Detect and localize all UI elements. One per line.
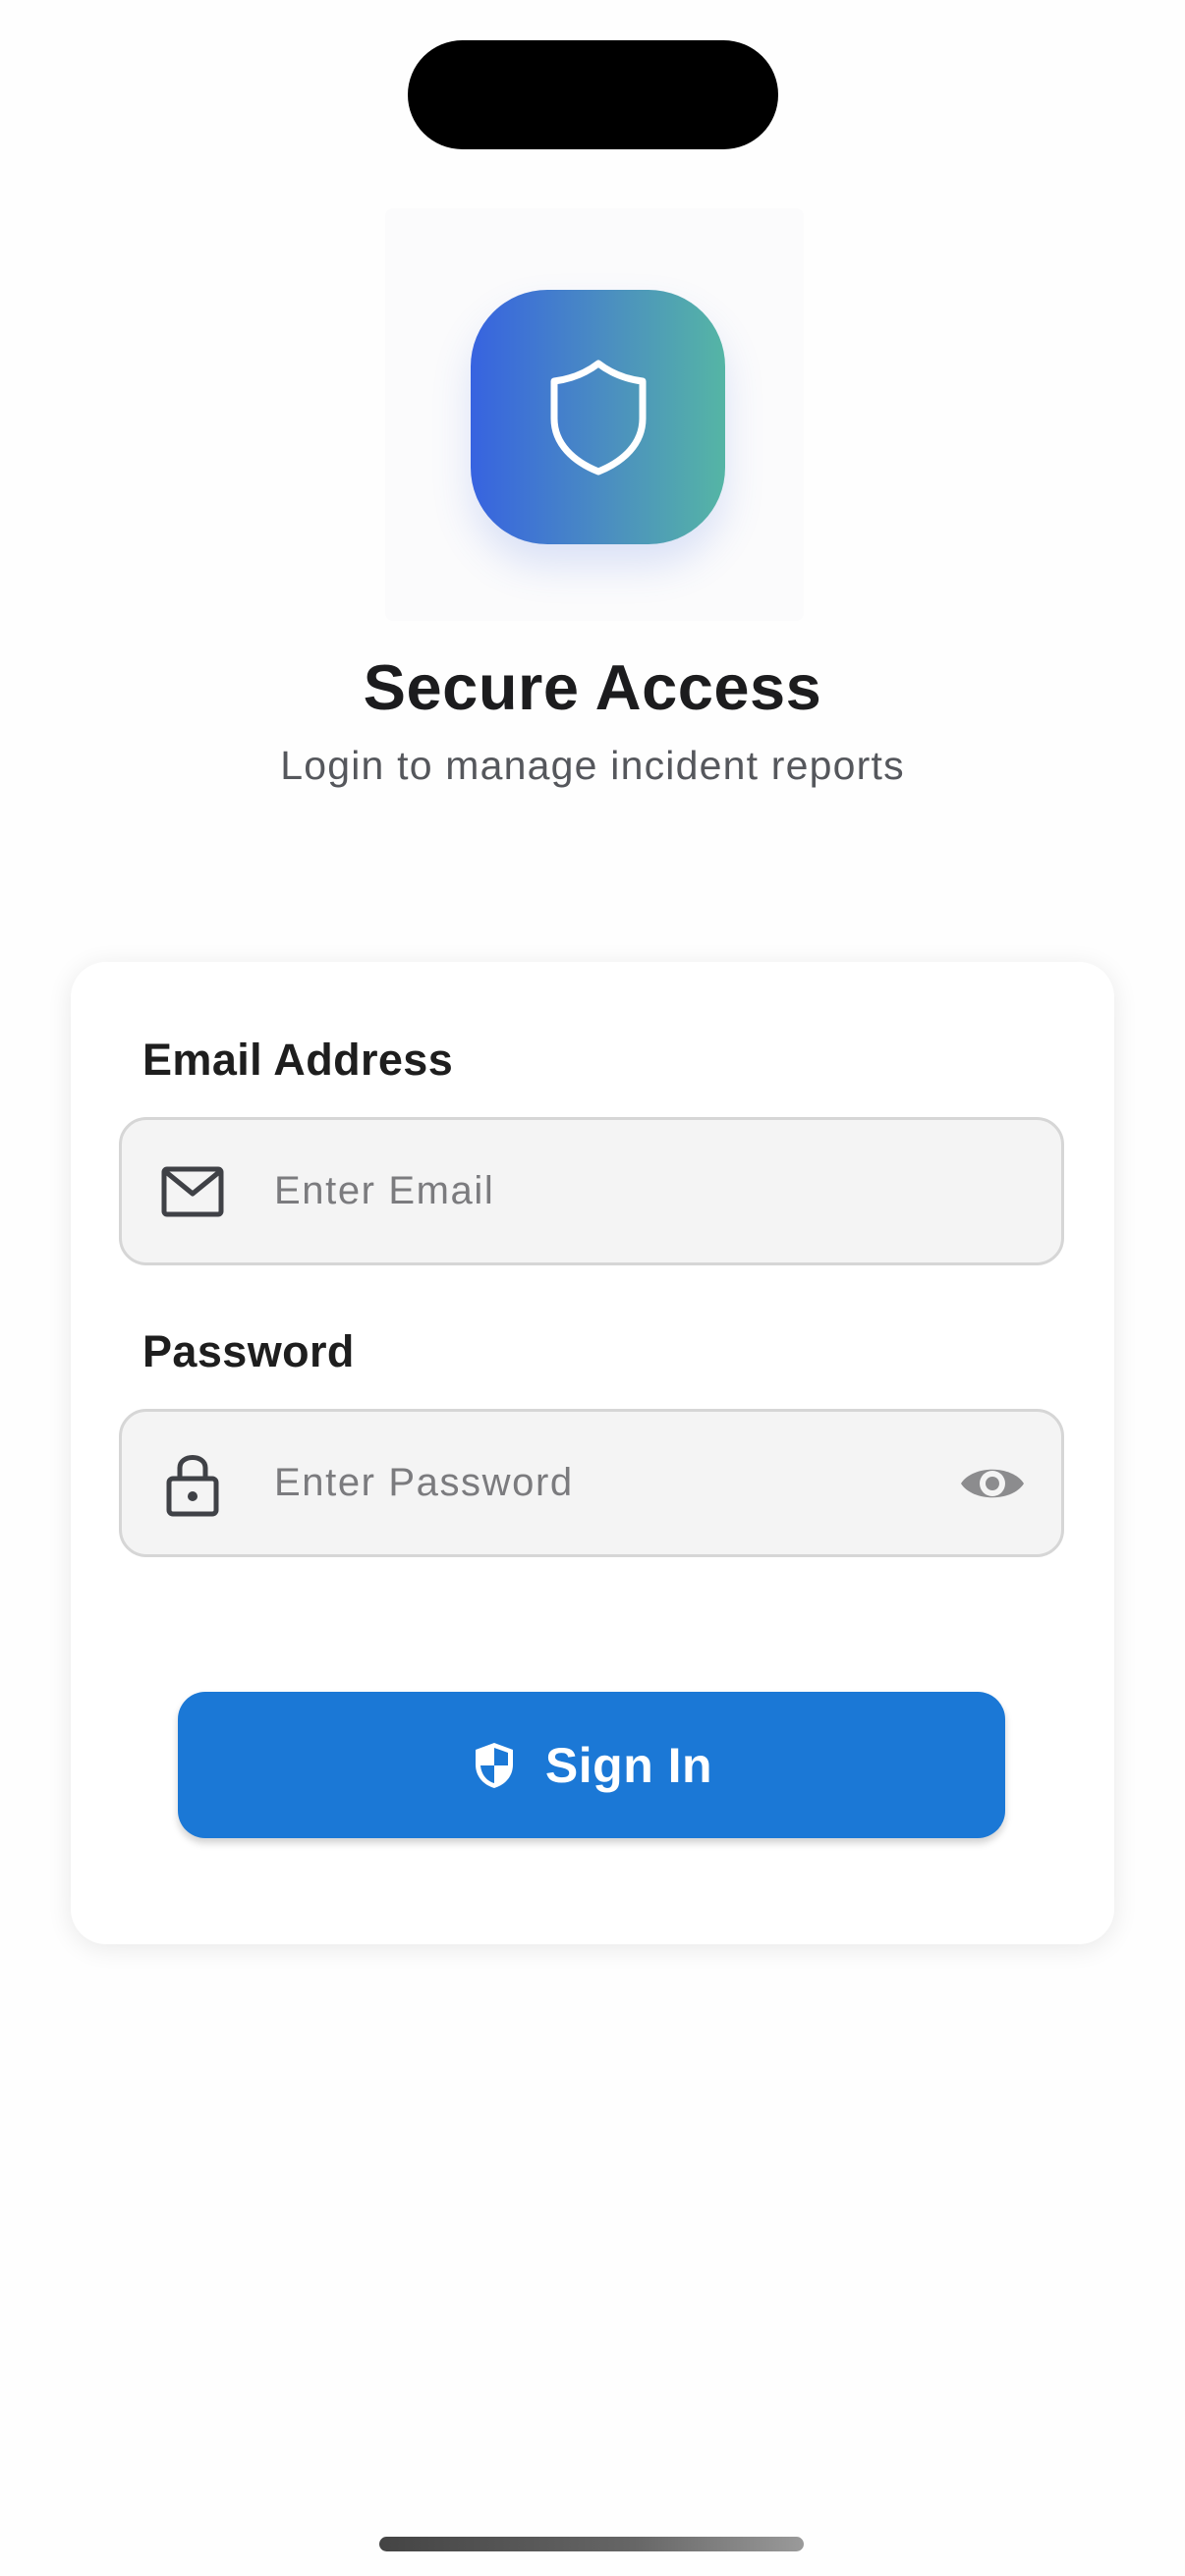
eye-icon[interactable]: [957, 1448, 1028, 1519]
login-card: Email Address Password: [71, 962, 1114, 1944]
dynamic-island: [408, 40, 778, 149]
email-field-container[interactable]: [119, 1117, 1064, 1265]
login-screen: Secure Access Login to manage incident r…: [0, 0, 1185, 2576]
sign-in-label: Sign In: [544, 1737, 713, 1793]
password-input[interactable]: [274, 1412, 942, 1554]
sign-in-button[interactable]: Sign In: [178, 1692, 1005, 1838]
password-label: Password: [142, 1326, 355, 1376]
app-logo: [471, 290, 725, 544]
home-indicator[interactable]: [379, 2537, 804, 2551]
page-title: Secure Access: [363, 651, 822, 723]
page-subtitle: Login to manage incident reports: [280, 743, 905, 788]
email-input[interactable]: [274, 1120, 942, 1262]
password-field-container[interactable]: [119, 1409, 1064, 1557]
shield-outline-icon: [550, 360, 646, 475]
envelope-icon: [159, 1158, 226, 1225]
shield-half-icon: [471, 1742, 518, 1789]
email-label: Email Address: [142, 1035, 454, 1085]
lock-icon: [159, 1450, 226, 1517]
